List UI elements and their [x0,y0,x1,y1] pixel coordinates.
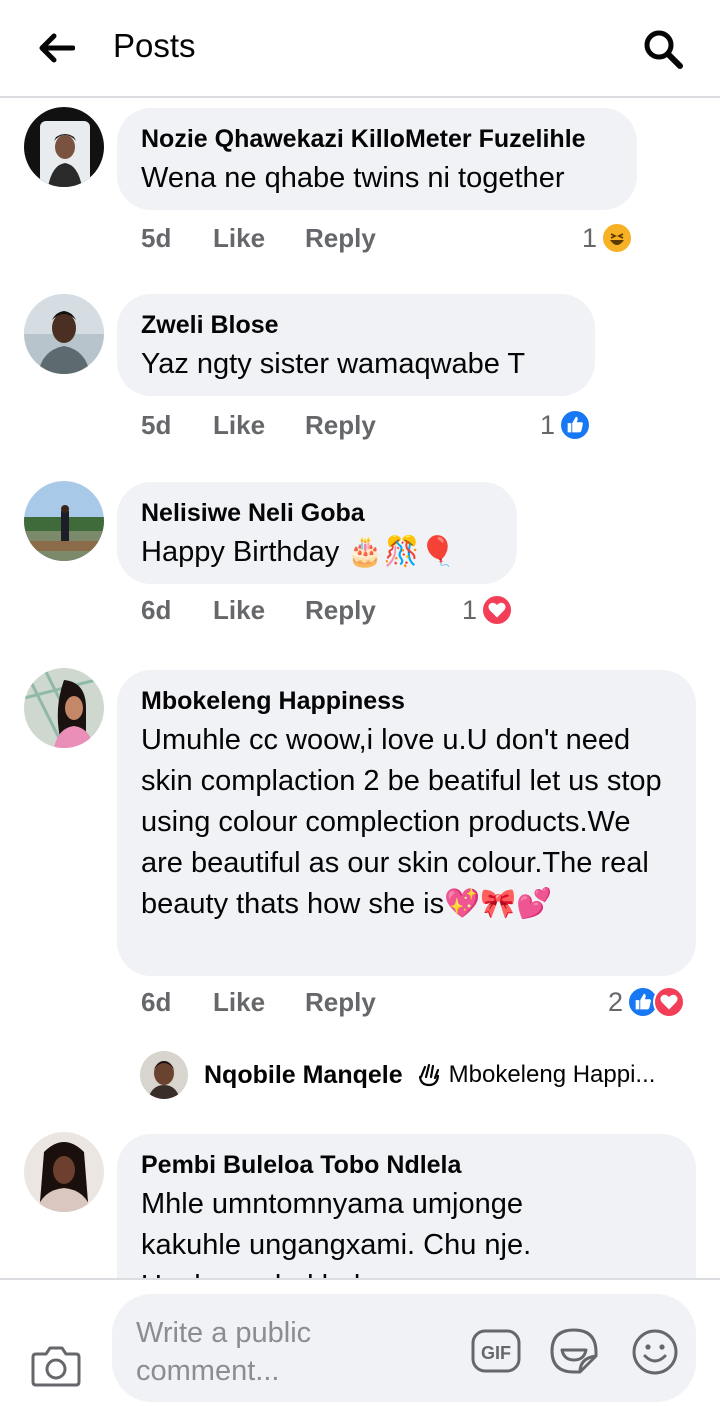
reaction-summary[interactable]: 1 [582,220,634,256]
camera-button[interactable] [30,1344,82,1392]
reaction-count: 1 [540,409,556,440]
camera-icon [31,1346,81,1387]
reply-arrow-icon [418,1063,439,1087]
comment-time[interactable]: 6d [141,987,213,1018]
avatar[interactable] [24,1132,104,1212]
reply-button[interactable]: Reply [305,410,405,441]
comment-bubble[interactable]: Nozie Qhawekazi KilloMeter Fuzelihle Wen… [117,108,637,210]
comment-time[interactable]: 6d [141,595,213,626]
comment-text-body: Umuhle cc woow,i love u.U don't need ski… [141,724,662,920]
like-button[interactable]: Like [213,987,305,1018]
comment-emoji: 🎂🎊🎈 [347,536,456,568]
comment-actions: 5d Like Reply [141,220,405,256]
svg-text:GIF: GIF [481,1343,511,1363]
love-reaction-icon [481,594,514,626]
reply-button[interactable]: Reply [305,223,405,254]
comment-text: Mhle umntomnyama umjonge kakuhle ungangx… [141,1188,532,1278]
like-button[interactable]: Like [213,595,305,626]
emoji-icon [632,1329,678,1375]
comment-bubble[interactable]: Mbokeleng Happiness Umuhle cc woow,i lov… [117,670,696,976]
reaction-count: 2 [608,986,624,1017]
sticker-icon [550,1328,598,1374]
comment-author[interactable]: Pembi Buleloa Tobo Ndlela [141,1150,672,1180]
gif-button[interactable]: GIF [470,1328,522,1374]
reaction-count: 1 [582,222,598,253]
comment-text-body: Happy Birthday [141,536,340,568]
reaction-count: 1 [462,594,478,625]
page-title: Posts [113,27,196,64]
reply-thread-preview[interactable]: Nqobile Manqele Mbokeleng Happi... [140,1050,655,1100]
like-reaction-icon [559,409,592,441]
reply-author[interactable]: Nqobile Manqele [204,1061,403,1090]
reply-to-name: Mbokeleng Happi... [448,1061,656,1088]
reaction-summary[interactable]: 1 [462,592,514,628]
avatar[interactable] [24,107,104,187]
reaction-summary[interactable]: 1 [540,407,592,443]
comment-author[interactable]: Mbokeleng Happiness [141,686,672,716]
back-arrow-icon [39,33,75,63]
emoji-button[interactable] [630,1327,680,1377]
avatar[interactable] [24,668,104,748]
reaction-summary[interactable]: 2 [608,984,686,1020]
comment-author[interactable]: Nelisiwe Neli Goba [141,498,493,528]
avatar[interactable] [24,294,104,374]
avatar[interactable] [24,481,104,561]
comment-composer: Write a public comment... GIF [0,1278,720,1406]
reply-button[interactable]: Reply [305,595,405,626]
haha-reaction-icon [601,222,634,254]
love-reaction-icon [653,986,686,1018]
comment-text: Umuhle cc woow,i love u.U don't need ski… [141,720,672,925]
comment-text: Yaz ngty sister wamaqwabe T [141,348,526,380]
search-icon [644,30,683,69]
comment-actions: 6d Like Reply [141,592,405,628]
back-button[interactable] [30,24,82,72]
comment-time[interactable]: 5d [141,223,213,254]
gif-icon: GIF [471,1329,521,1373]
reply-button[interactable]: Reply [305,987,405,1018]
comments-feed[interactable]: Nozie Qhawekazi KilloMeter Fuzelihle Wen… [0,100,720,1278]
comment-bubble[interactable]: Nelisiwe Neli Goba Happy Birthday 🎂🎊🎈 [117,482,517,584]
comment-actions: 6d Like Reply [141,984,405,1020]
comment-input-placeholder[interactable]: Write a public comment... [136,1314,376,1390]
search-button[interactable] [636,22,690,76]
comment-input[interactable]: Write a public comment... GIF [112,1294,696,1402]
comment-text: Wena ne qhabe twins ni together [141,162,565,194]
like-button[interactable]: Like [213,223,305,254]
comment-text: Happy Birthday 🎂🎊🎈 [141,532,493,573]
comment-time[interactable]: 5d [141,410,213,441]
avatar[interactable] [140,1051,188,1099]
comment-bubble[interactable]: Pembi Buleloa Tobo Ndlela Mhle umntomnya… [117,1134,696,1278]
comment-author[interactable]: Nozie Qhawekazi KilloMeter Fuzelihle [141,124,613,154]
sticker-button[interactable] [548,1326,600,1376]
comment-actions: 5d Like Reply [141,407,405,443]
comment-author[interactable]: Zweli Blose [141,310,571,340]
comment-bubble[interactable]: Zweli Blose Yaz ngty sister wamaqwabe T [117,294,595,396]
top-bar: Posts [0,0,720,98]
comment-emoji: 💖🎀💕 [444,888,553,920]
like-button[interactable]: Like [213,410,305,441]
